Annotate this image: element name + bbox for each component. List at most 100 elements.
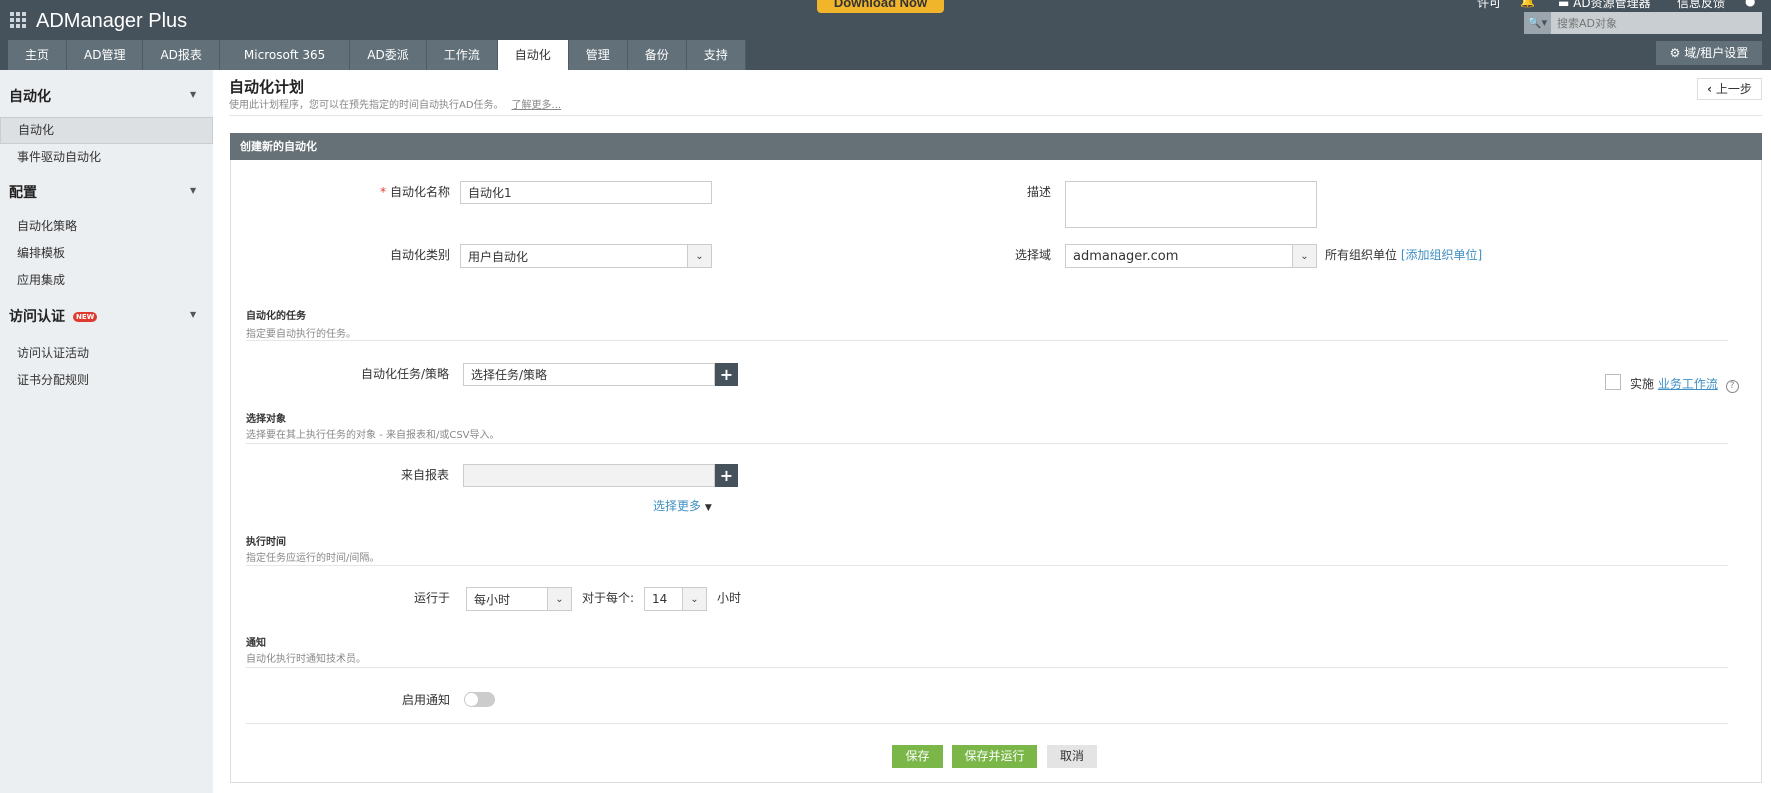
from-report-input[interactable] bbox=[463, 464, 715, 487]
back-button[interactable]: ‹ 上一步 bbox=[1697, 78, 1762, 100]
ou-text: 所有组织单位 bbox=[1325, 248, 1398, 262]
search-input[interactable] bbox=[1551, 12, 1762, 34]
notify-section-subtitle: 自动化执行时通知技术员。 bbox=[246, 654, 366, 665]
sidebar-item-event-driven[interactable]: 事件驱动自动化 bbox=[0, 144, 213, 171]
app-logo[interactable]: ADManager Plus bbox=[36, 10, 187, 33]
domain-select[interactable]: admanager.com ⌄ bbox=[1065, 244, 1317, 268]
sidebar-item-templates[interactable]: 编排模板 bbox=[0, 240, 213, 267]
select-more-link[interactable]: 选择更多 ▼ bbox=[653, 497, 712, 514]
task-input[interactable]: 选择任务/策略 bbox=[463, 363, 715, 386]
divider bbox=[246, 340, 1728, 341]
sidebar-item-cert-campaigns[interactable]: 访问认证活动 bbox=[0, 340, 213, 367]
sidebar-item-automation[interactable]: 自动化 bbox=[0, 117, 213, 144]
tab-ad-reports[interactable]: AD报表 bbox=[143, 40, 220, 70]
name-label-text: 自动化名称 bbox=[389, 185, 450, 199]
sidebar-item-integrations[interactable]: 应用集成 bbox=[0, 267, 213, 294]
category-select[interactable]: 用户自动化 ⌄ bbox=[460, 244, 712, 268]
sidebar: 自动化 ▼ 自动化 事件驱动自动化 配置 ▼ 自动化策略 编排模板 应用集成 访… bbox=[0, 70, 213, 793]
domain-label: 选择域 bbox=[1014, 248, 1051, 262]
chevron-down-icon[interactable]: ⌄ bbox=[682, 588, 706, 610]
help-icon[interactable]: ? bbox=[1725, 380, 1739, 393]
objects-section-subtitle: 选择要在其上执行任务的对象 - 来自报表和/或CSV导入。 bbox=[246, 430, 500, 441]
schedule-section-subtitle: 指定任务应运行的时间/间隔。 bbox=[246, 553, 380, 564]
caret-down-icon[interactable]: ▼ bbox=[190, 310, 196, 319]
sidebar-item-cert-rules[interactable]: 证书分配规则 bbox=[0, 367, 213, 394]
cancel-button[interactable]: 取消 bbox=[1047, 745, 1097, 768]
sidebar-section-config[interactable]: 配置 bbox=[9, 182, 37, 202]
category-value: 用户自动化 bbox=[468, 249, 529, 264]
tab-workflow[interactable]: 工作流 bbox=[426, 40, 498, 70]
run-at-select[interactable]: 每小时 ⌄ bbox=[466, 587, 572, 611]
category-label: 自动化类别 bbox=[389, 248, 450, 262]
app-grid-icon[interactable] bbox=[10, 12, 26, 28]
main-tabs: 主页 AD管理 AD报表 Microsoft 365 AD委派 工作流 自动化 … bbox=[8, 40, 746, 70]
sidebar-section-automation[interactable]: 自动化 bbox=[9, 86, 51, 106]
workflow-checkbox[interactable] bbox=[1605, 374, 1621, 390]
every-label: 对于每个: bbox=[582, 591, 635, 605]
task-label: 自动化任务/策略 bbox=[360, 367, 449, 381]
tab-microsoft-365[interactable]: Microsoft 365 bbox=[219, 40, 351, 70]
add-report-plus-icon[interactable]: + bbox=[715, 464, 738, 487]
from-report-label: 来自报表 bbox=[400, 468, 449, 482]
back-label: 上一步 bbox=[1715, 82, 1752, 96]
bell-icon[interactable]: 🔔 bbox=[1520, 0, 1535, 8]
enable-notify-label: 启用通知 bbox=[401, 693, 450, 707]
tab-home[interactable]: 主页 bbox=[8, 40, 68, 70]
save-button[interactable]: 保存 bbox=[892, 745, 943, 768]
sidebar-item-policies[interactable]: 自动化策略 bbox=[0, 213, 213, 240]
tenant-settings-label: 域/租户设置 bbox=[1684, 46, 1749, 60]
tab-admin[interactable]: 管理 bbox=[568, 40, 628, 70]
caret-down-icon[interactable]: ▼ bbox=[190, 186, 196, 195]
learn-more-link[interactable]: 了解更多... bbox=[512, 100, 562, 111]
tab-ad-management[interactable]: AD管理 bbox=[67, 40, 144, 70]
download-button[interactable]: Download Now bbox=[817, 0, 944, 13]
tab-support[interactable]: 支持 bbox=[686, 40, 746, 70]
caret-down-icon[interactable]: ▼ bbox=[190, 90, 196, 99]
add-task-plus-icon[interactable]: + bbox=[715, 363, 738, 386]
ad-explorer-link[interactable]: ▬ AD资源管理器 bbox=[1558, 0, 1651, 11]
select-more-label: 选择更多 bbox=[653, 499, 702, 513]
chevron-down-icon[interactable]: ⌄ bbox=[547, 588, 571, 610]
chevron-down-icon[interactable]: ⌄ bbox=[1292, 245, 1316, 267]
domain-value: admanager.com bbox=[1073, 248, 1179, 264]
name-label: * 自动化名称 bbox=[300, 183, 450, 200]
tab-automation[interactable]: 自动化 bbox=[497, 40, 569, 70]
run-at-label: 运行于 bbox=[413, 591, 450, 605]
divider bbox=[246, 443, 1728, 444]
chevron-down-icon[interactable]: ⌄ bbox=[687, 245, 711, 267]
workflow-checkbox-label: 实施 bbox=[1630, 377, 1655, 391]
user-avatar-icon[interactable]: ● bbox=[1745, 0, 1755, 8]
form-panel bbox=[230, 133, 1762, 783]
workflow-link[interactable]: 业务工作流 bbox=[1658, 377, 1718, 391]
chevron-left-icon: ‹ bbox=[1707, 82, 1713, 96]
divider bbox=[246, 667, 1728, 668]
tab-ad-delegation[interactable]: AD委派 bbox=[350, 40, 427, 70]
name-input[interactable]: 自动化1 bbox=[460, 181, 712, 204]
divider bbox=[246, 723, 1728, 724]
section-title: 访问认证 bbox=[9, 309, 65, 325]
every-hours-select[interactable]: 14 ⌄ bbox=[644, 587, 707, 611]
save-and-run-button[interactable]: 保存并运行 bbox=[952, 745, 1037, 768]
tenant-settings-button[interactable]: ⚙ 域/租户设置 bbox=[1656, 41, 1762, 65]
enable-notify-toggle[interactable] bbox=[464, 692, 495, 707]
hours-label: 小时 bbox=[717, 591, 742, 605]
notify-section-title: 通知 bbox=[246, 638, 266, 649]
objects-section-title: 选择对象 bbox=[246, 414, 286, 425]
feedback-link[interactable]: 信息反馈 bbox=[1677, 0, 1725, 11]
run-at-value: 每小时 bbox=[474, 592, 511, 607]
tab-backup[interactable]: 备份 bbox=[627, 40, 687, 70]
search-icon[interactable]: 🔍▾ bbox=[1524, 12, 1551, 34]
tasks-section-title: 自动化的任务 bbox=[246, 311, 306, 322]
caret-down-icon: ▼ bbox=[704, 503, 712, 513]
subtitle-text: 使用此计划程序，您可以在预先指定的时间自动执行AD任务。 bbox=[229, 100, 504, 111]
sidebar-section-access-cert[interactable]: 访问认证 NEW bbox=[9, 306, 98, 326]
description-textarea[interactable] bbox=[1065, 181, 1317, 228]
form-header: 创建新的自动化 bbox=[230, 133, 1762, 160]
required-marker: * bbox=[380, 185, 387, 199]
gear-icon: ⚙ bbox=[1669, 46, 1681, 60]
new-badge: NEW bbox=[73, 312, 98, 322]
description-label: 描述 bbox=[1026, 185, 1051, 199]
license-link[interactable]: 许可 bbox=[1477, 0, 1501, 11]
page-subtitle: 使用此计划程序，您可以在预先指定的时间自动执行AD任务。 了解更多... bbox=[229, 96, 561, 111]
add-ou-link[interactable]: [添加组织单位] bbox=[1401, 248, 1482, 262]
